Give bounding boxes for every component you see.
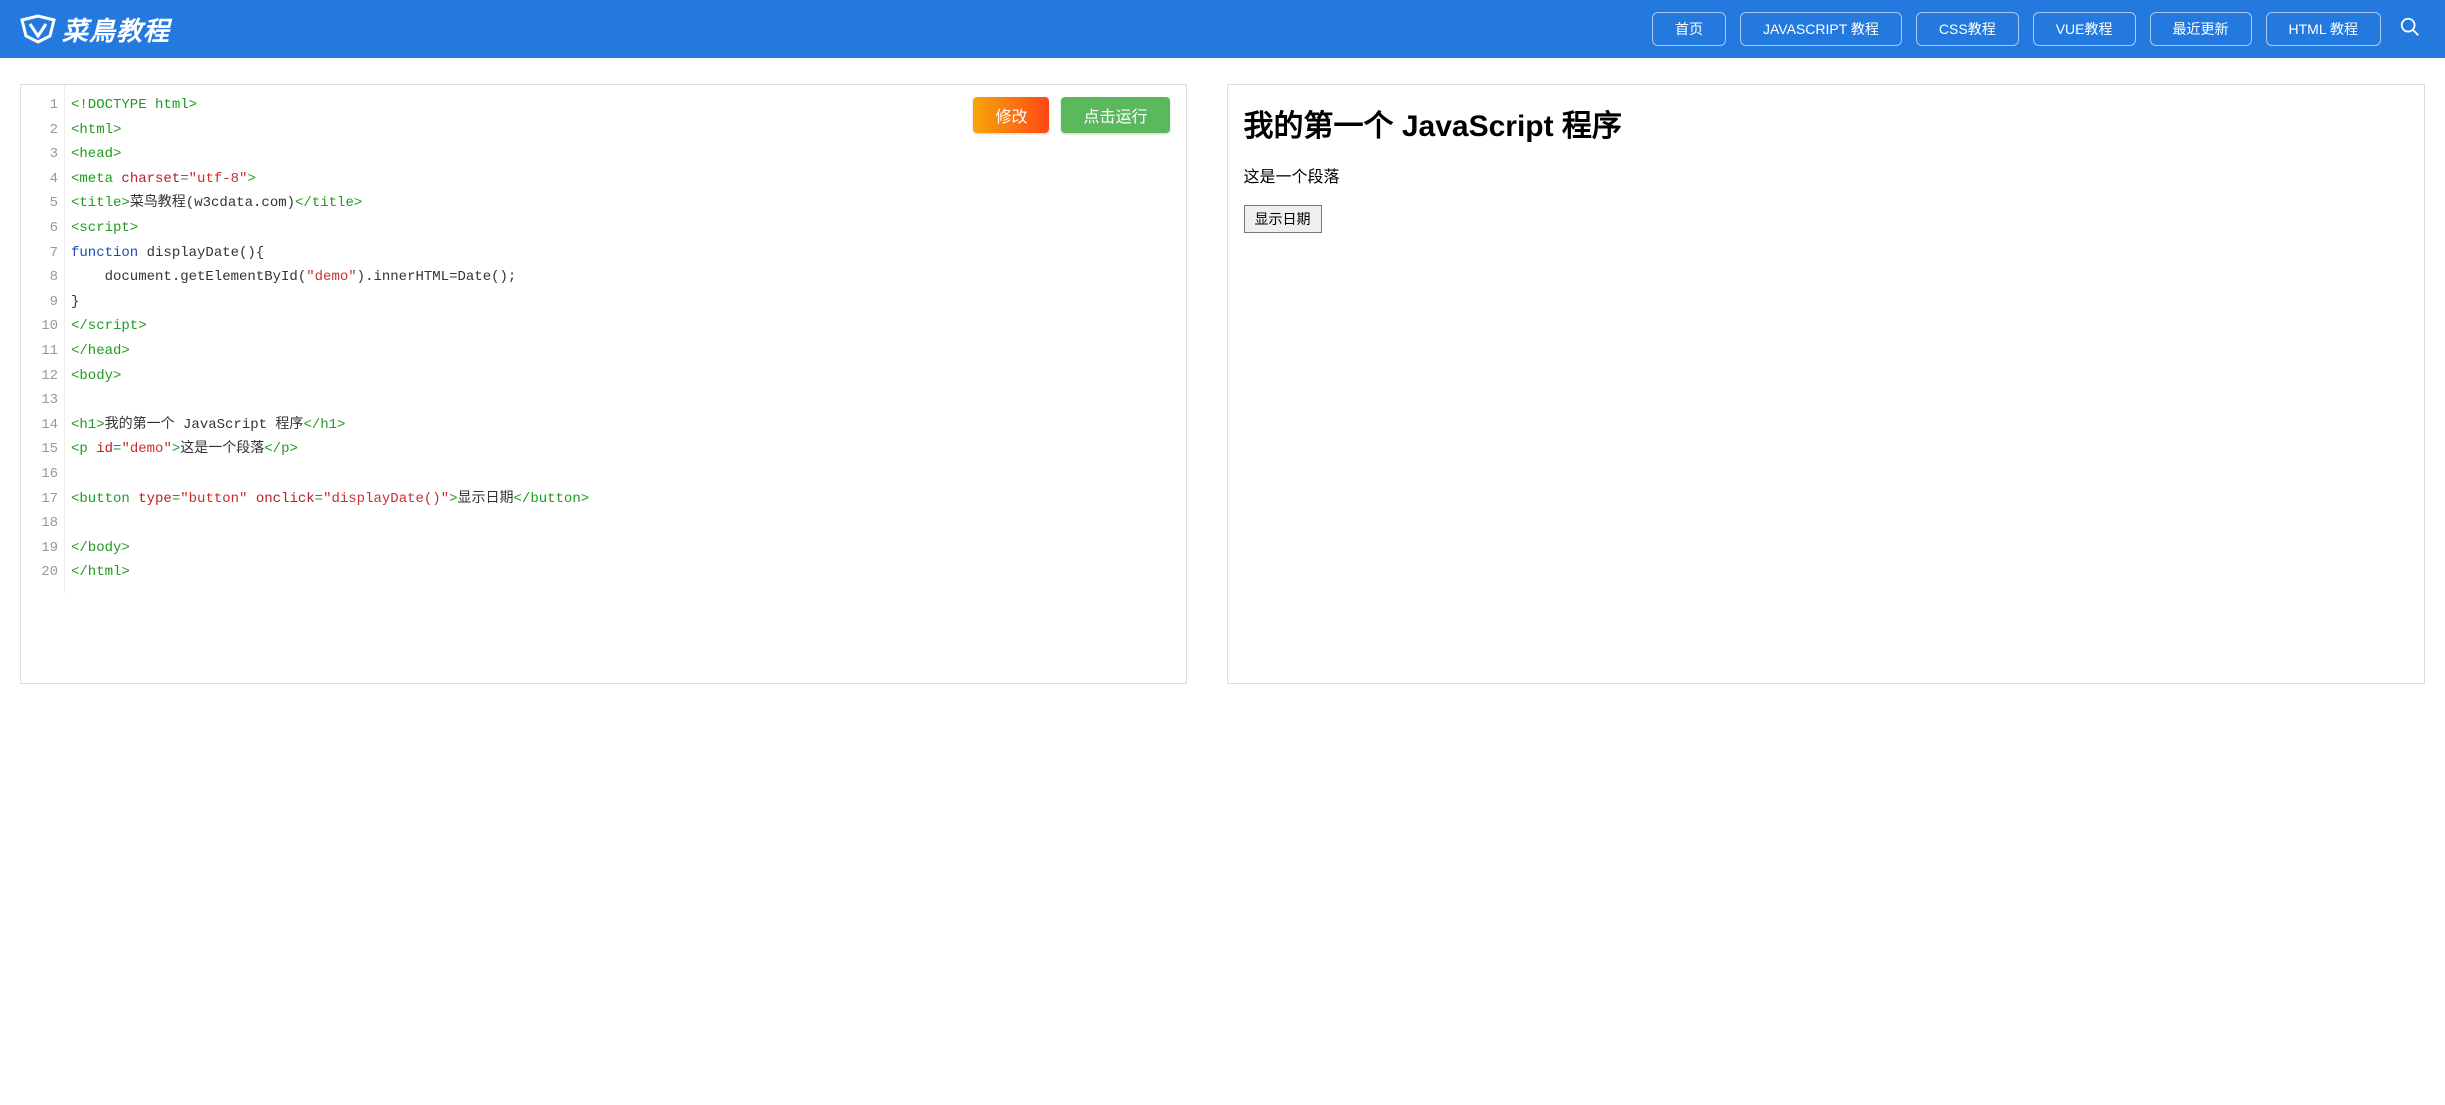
code-line[interactable]: <script> xyxy=(71,216,1180,241)
code-line[interactable]: </body> xyxy=(71,536,1180,561)
show-date-button[interactable]: 显示日期 xyxy=(1244,205,1322,233)
code-editor-pane: 修改 点击运行 1234567891011121314151617181920 … xyxy=(20,84,1187,684)
line-number: 12 xyxy=(21,364,58,389)
line-number: 5 xyxy=(21,191,58,216)
code-line[interactable] xyxy=(71,511,1180,536)
code-editor[interactable]: 1234567891011121314151617181920 <!DOCTYP… xyxy=(21,85,1186,593)
line-number: 17 xyxy=(21,487,58,512)
line-number: 20 xyxy=(21,560,58,585)
preview-pane: 我的第一个 JavaScript 程序 这是一个段落 显示日期 xyxy=(1227,84,2426,684)
nav-recent[interactable]: 最近更新 xyxy=(2150,12,2252,46)
line-number: 15 xyxy=(21,437,58,462)
top-nav: 首页 JAVASCRIPT 教程 CSS教程 VUE教程 最近更新 HTML 教… xyxy=(1652,12,2425,47)
nav-javascript[interactable]: JAVASCRIPT 教程 xyxy=(1740,12,1902,46)
line-number: 18 xyxy=(21,511,58,536)
code-line[interactable]: </script> xyxy=(71,314,1180,339)
search-icon[interactable] xyxy=(2395,12,2425,47)
code-line[interactable]: document.getElementById("demo").innerHTM… xyxy=(71,265,1180,290)
line-number: 7 xyxy=(21,241,58,266)
line-number: 6 xyxy=(21,216,58,241)
code-line[interactable]: function displayDate(){ xyxy=(71,241,1180,266)
logo-text: 菜鳥教程 xyxy=(62,11,170,48)
code-line[interactable]: <p id="demo">这是一个段落</p> xyxy=(71,437,1180,462)
site-logo[interactable]: 菜鳥教程 xyxy=(20,11,170,48)
line-number: 2 xyxy=(21,118,58,143)
edit-button[interactable]: 修改 xyxy=(973,97,1049,133)
line-number: 11 xyxy=(21,339,58,364)
line-number: 16 xyxy=(21,462,58,487)
main-content: 修改 点击运行 1234567891011121314151617181920 … xyxy=(0,58,2445,710)
line-number: 3 xyxy=(21,142,58,167)
top-header: 菜鳥教程 首页 JAVASCRIPT 教程 CSS教程 VUE教程 最近更新 H… xyxy=(0,0,2445,58)
line-number: 1 xyxy=(21,93,58,118)
nav-html[interactable]: HTML 教程 xyxy=(2266,12,2381,46)
line-number: 8 xyxy=(21,265,58,290)
code-line[interactable]: </head> xyxy=(71,339,1180,364)
nav-home[interactable]: 首页 xyxy=(1652,12,1726,46)
line-number: 10 xyxy=(21,314,58,339)
line-number: 13 xyxy=(21,388,58,413)
logo-icon xyxy=(20,14,56,44)
code-line[interactable]: <head> xyxy=(71,142,1180,167)
nav-css[interactable]: CSS教程 xyxy=(1916,12,2019,46)
line-number: 14 xyxy=(21,413,58,438)
code-line[interactable]: <button type="button" onclick="displayDa… xyxy=(71,487,1180,512)
code-line[interactable] xyxy=(71,388,1180,413)
line-gutter: 1234567891011121314151617181920 xyxy=(21,85,65,593)
preview-content: 我的第一个 JavaScript 程序 这是一个段落 显示日期 xyxy=(1244,101,2409,233)
code-line[interactable]: </html> xyxy=(71,560,1180,585)
editor-toolbar: 修改 点击运行 xyxy=(973,97,1169,133)
line-number: 4 xyxy=(21,167,58,192)
code-line[interactable]: <title>菜鸟教程(w3cdata.com)</title> xyxy=(71,191,1180,216)
code-line[interactable] xyxy=(71,462,1180,487)
preview-paragraph: 这是一个段落 xyxy=(1244,163,2409,187)
preview-heading: 我的第一个 JavaScript 程序 xyxy=(1244,101,2409,145)
code-area[interactable]: <!DOCTYPE html><html><head><meta charset… xyxy=(65,85,1186,593)
code-line[interactable]: <body> xyxy=(71,364,1180,389)
line-number: 9 xyxy=(21,290,58,315)
line-number: 19 xyxy=(21,536,58,561)
code-line[interactable]: <meta charset="utf-8"> xyxy=(71,167,1180,192)
code-line[interactable]: <h1>我的第一个 JavaScript 程序</h1> xyxy=(71,413,1180,438)
nav-vue[interactable]: VUE教程 xyxy=(2033,12,2136,46)
code-line[interactable]: } xyxy=(71,290,1180,315)
run-button[interactable]: 点击运行 xyxy=(1061,97,1169,133)
